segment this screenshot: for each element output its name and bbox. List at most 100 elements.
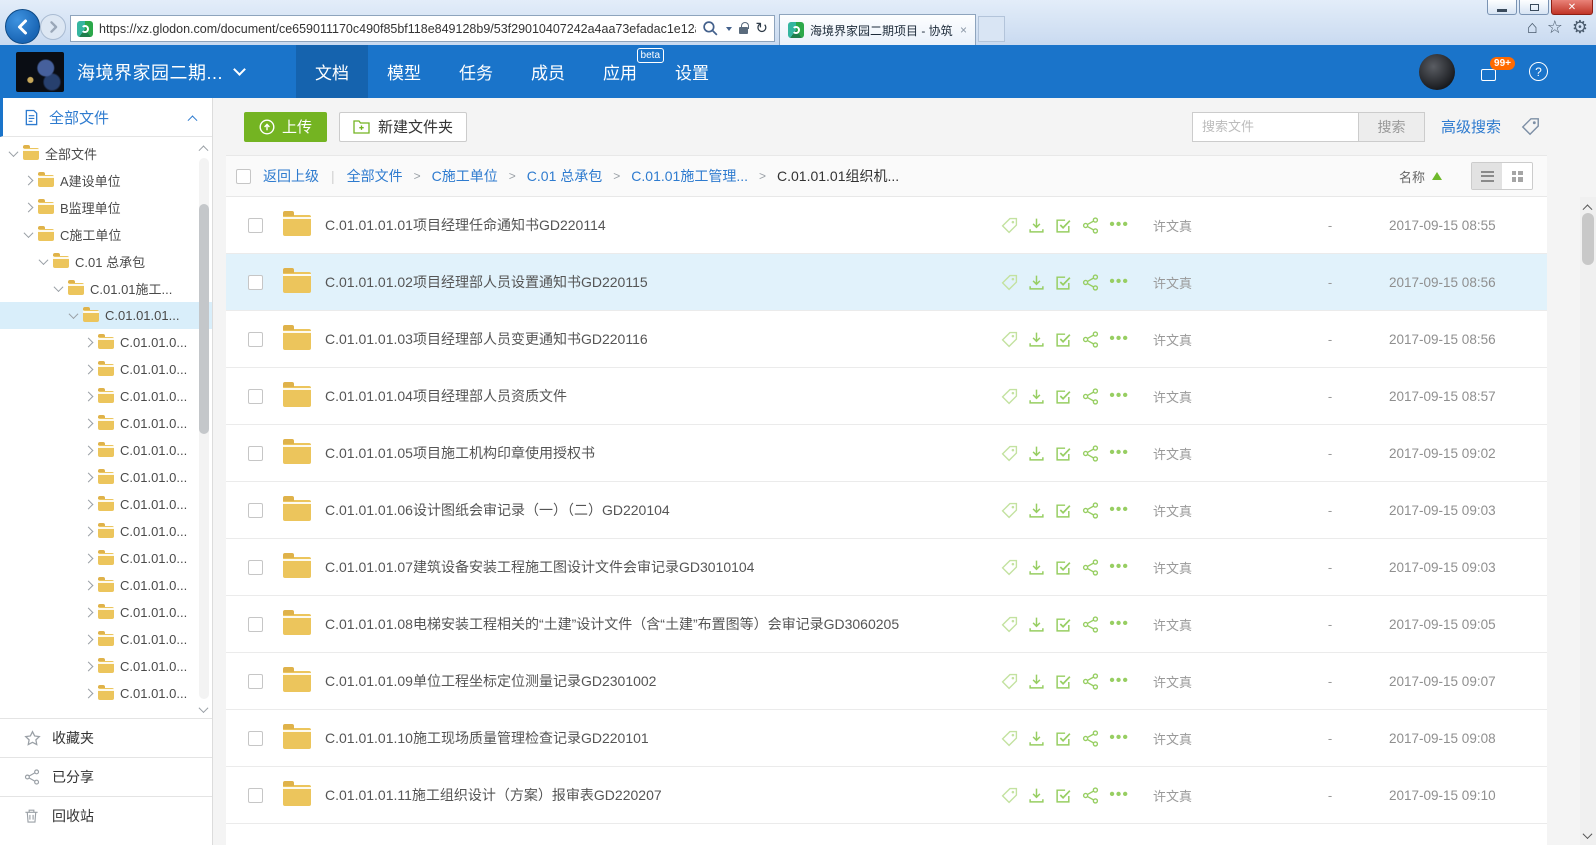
- approve-action-icon[interactable]: [1055, 673, 1072, 690]
- tag-action-icon[interactable]: [1001, 616, 1018, 633]
- upload-button[interactable]: 上传: [244, 112, 327, 142]
- tree-chevron-icon[interactable]: [84, 338, 94, 348]
- help-button[interactable]: ?: [1529, 62, 1548, 81]
- project-title[interactable]: 海境界家园二期...: [77, 59, 223, 85]
- home-icon[interactable]: ⌂: [1527, 18, 1538, 36]
- table-row[interactable]: C.01.01.01.03项目经理部人员变更通知书GD220116 ••• 许文…: [226, 311, 1547, 368]
- table-row[interactable]: C.01.01.01.06设计图纸会审记录（一）（二）GD220104 ••• …: [226, 482, 1547, 539]
- share-action-icon[interactable]: [1082, 502, 1099, 519]
- tree-item[interactable]: C.01.01.0...: [0, 626, 212, 653]
- tree-item[interactable]: C.01.01施工...: [0, 275, 212, 302]
- tree-scrollbar[interactable]: [198, 144, 210, 713]
- browser-forward-button[interactable]: [40, 14, 66, 40]
- tag-action-icon[interactable]: [1001, 730, 1018, 747]
- download-action-icon[interactable]: [1028, 502, 1045, 519]
- tag-action-icon[interactable]: [1001, 502, 1018, 519]
- sidebar-item-已分享[interactable]: 已分享: [0, 757, 212, 796]
- share-action-icon[interactable]: [1082, 331, 1099, 348]
- search-dropdown-icon[interactable]: [726, 27, 732, 31]
- row-checkbox[interactable]: [248, 503, 263, 518]
- tree-item[interactable]: B监理单位: [0, 194, 212, 221]
- tag-action-icon[interactable]: [1001, 673, 1018, 690]
- download-action-icon[interactable]: [1028, 616, 1045, 633]
- sidebar-header-all-files[interactable]: 全部文件: [0, 98, 212, 137]
- settings-gear-icon[interactable]: ⚙: [1572, 18, 1588, 36]
- more-actions-icon[interactable]: •••: [1109, 505, 1129, 515]
- collapse-chevron-icon[interactable]: [188, 115, 198, 125]
- tree-item[interactable]: C施工单位: [0, 221, 212, 248]
- row-checkbox[interactable]: [248, 218, 263, 233]
- tree-item[interactable]: C.01.01.0...: [0, 410, 212, 437]
- window-maximize-button[interactable]: [1519, 0, 1549, 15]
- share-action-icon[interactable]: [1082, 274, 1099, 291]
- scroll-down-icon[interactable]: [199, 703, 209, 713]
- more-actions-icon[interactable]: •••: [1109, 790, 1129, 800]
- tree-item[interactable]: C.01 总承包: [0, 248, 212, 275]
- select-all-checkbox[interactable]: [236, 169, 251, 184]
- tree-item[interactable]: 全部文件: [0, 140, 212, 167]
- nav-item-任务[interactable]: 任务: [440, 45, 512, 98]
- tab-close-icon[interactable]: ×: [960, 23, 967, 37]
- main-scrollbar[interactable]: [1580, 197, 1596, 845]
- table-row[interactable]: C.01.01.01.07建筑设备安装工程施工图设计文件会审记录GD301010…: [226, 539, 1547, 596]
- row-checkbox[interactable]: [248, 788, 263, 803]
- tree-chevron-icon[interactable]: [24, 176, 34, 186]
- download-action-icon[interactable]: [1028, 730, 1045, 747]
- tree-chevron-icon[interactable]: [84, 689, 94, 699]
- sort-ascending-icon[interactable]: [1432, 172, 1442, 180]
- file-name-link[interactable]: C.01.01.01.02项目经理部人员设置通知书GD220115: [325, 272, 1001, 292]
- grid-view-button[interactable]: [1502, 163, 1532, 189]
- tree-chevron-icon[interactable]: [84, 554, 94, 564]
- project-switch-chevron-icon[interactable]: [233, 63, 246, 76]
- more-actions-icon[interactable]: •••: [1109, 676, 1129, 686]
- table-row[interactable]: C.01.01.01.08电梯安装工程相关的“土建”设计文件（含“土建”布置图等…: [226, 596, 1547, 653]
- tree-item[interactable]: C.01.01.0...: [0, 437, 212, 464]
- approve-action-icon[interactable]: [1055, 217, 1072, 234]
- scrollbar-thumb[interactable]: [199, 204, 209, 434]
- tree-chevron-icon[interactable]: [24, 203, 34, 213]
- tree-item[interactable]: C.01.01.0...: [0, 653, 212, 680]
- table-row[interactable]: C.01.01.01.01项目经理任命通知书GD220114 ••• 许文真 -…: [226, 197, 1547, 254]
- browser-tab[interactable]: 海境界家园二期项目 - 协筑 ×: [779, 14, 976, 45]
- tree-chevron-icon[interactable]: [84, 635, 94, 645]
- tag-action-icon[interactable]: [1001, 787, 1018, 804]
- download-action-icon[interactable]: [1028, 673, 1045, 690]
- table-row[interactable]: C.01.01.01.09单位工程坐标定位测量记录GD2301002 ••• 许…: [226, 653, 1547, 710]
- advanced-search-link[interactable]: 高级搜索: [1441, 116, 1501, 137]
- tree-item[interactable]: C.01.01.0...: [0, 572, 212, 599]
- tree-item[interactable]: C.01.01.0...: [0, 329, 212, 356]
- nav-item-文档[interactable]: 文档: [296, 45, 368, 98]
- nav-item-应用[interactable]: 应用 beta: [584, 45, 656, 98]
- more-actions-icon[interactable]: •••: [1109, 391, 1129, 401]
- table-row[interactable]: C.01.01.01.05项目施工机构印章使用授权书 ••• 许文真 - 201…: [226, 425, 1547, 482]
- new-tab-button[interactable]: [978, 16, 1005, 42]
- sidebar-item-回收站[interactable]: 回收站: [0, 796, 212, 835]
- search-button[interactable]: 搜索: [1358, 112, 1425, 142]
- scroll-up-icon[interactable]: [199, 145, 209, 155]
- download-action-icon[interactable]: [1028, 445, 1045, 462]
- file-name-link[interactable]: C.01.01.01.03项目经理部人员变更通知书GD220116: [325, 329, 1001, 349]
- file-name-link[interactable]: C.01.01.01.01项目经理任命通知书GD220114: [325, 215, 1001, 235]
- tree-chevron-icon[interactable]: [84, 581, 94, 591]
- share-action-icon[interactable]: [1082, 217, 1099, 234]
- table-row[interactable]: C.01.01.01.10施工现场质量管理检查记录GD220101 ••• 许文…: [226, 710, 1547, 767]
- user-avatar[interactable]: [1419, 54, 1455, 90]
- tree-chevron-icon[interactable]: [9, 147, 19, 157]
- file-name-link[interactable]: C.01.01.01.11施工组织设计（方案）报审表GD220207: [325, 785, 1001, 805]
- window-minimize-button[interactable]: [1487, 0, 1517, 15]
- approve-action-icon[interactable]: [1055, 502, 1072, 519]
- approve-action-icon[interactable]: [1055, 388, 1072, 405]
- favorites-star-icon[interactable]: ☆: [1547, 18, 1563, 36]
- share-action-icon[interactable]: [1082, 730, 1099, 747]
- nav-item-成员[interactable]: 成员: [512, 45, 584, 98]
- tree-chevron-icon[interactable]: [84, 473, 94, 483]
- approve-action-icon[interactable]: [1055, 559, 1072, 576]
- share-action-icon[interactable]: [1082, 616, 1099, 633]
- tree-chevron-icon[interactable]: [54, 282, 64, 292]
- scrollbar-thumb[interactable]: [1582, 213, 1594, 265]
- notifications-button[interactable]: 99+: [1481, 63, 1503, 81]
- tree-item[interactable]: C.01.01.0...: [0, 599, 212, 626]
- more-actions-icon[interactable]: •••: [1109, 733, 1129, 743]
- table-row[interactable]: C.01.01.01.02项目经理部人员设置通知书GD220115 ••• 许文…: [226, 254, 1547, 311]
- download-action-icon[interactable]: [1028, 388, 1045, 405]
